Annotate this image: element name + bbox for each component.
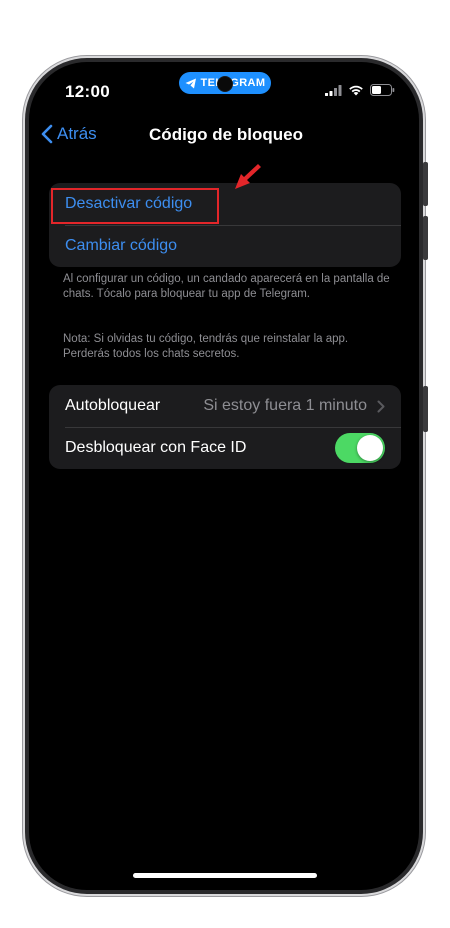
toggle-knob [357,435,383,461]
highlight-annotation-box [51,188,219,224]
passcode-footer-text: Al configurar un código, un candado apar… [63,273,390,300]
change-passcode-label: Cambiar código [65,237,178,254]
telegram-icon [185,78,196,88]
battery-icon [370,84,395,96]
autolock-row[interactable]: Autobloquear Si estoy fuera 1 minuto [49,385,401,427]
red-arrow-icon [235,164,261,189]
camera-dot [217,76,233,92]
autolock-value-wrap: Si estoy fuera 1 minuto [203,397,385,415]
cellular-signal-icon [325,84,342,96]
status-time: 12:00 [65,82,110,101]
lock-settings-group: Autobloquear Si estoy fuera 1 minuto Des… [49,385,401,469]
page-title: Código de bloqueo [149,125,303,144]
passcode-note-text: Nota: Si olvidas tu código, tendrás que … [63,333,349,360]
chevron-right-icon [377,400,385,412]
phone-screen: 12:00 TELEGRAM [29,62,419,890]
side-button [423,162,428,206]
power-button [423,386,428,432]
home-indicator[interactable] [133,873,317,878]
status-icons [325,84,395,96]
side-button [423,216,428,260]
faceid-row: Desbloquear con Face ID [49,427,401,469]
phone-frame: 12:00 TELEGRAM [25,58,428,894]
screenshot-page: 12:00 TELEGRAM [0,0,450,928]
faceid-toggle[interactable] [335,433,385,463]
autolock-label: Autobloquear [65,397,161,414]
autolock-value: Si estoy fuera 1 minuto [203,397,367,414]
faceid-label: Desbloquear con Face ID [65,439,247,456]
wifi-icon [349,85,363,96]
change-passcode-button[interactable]: Cambiar código [49,225,401,267]
